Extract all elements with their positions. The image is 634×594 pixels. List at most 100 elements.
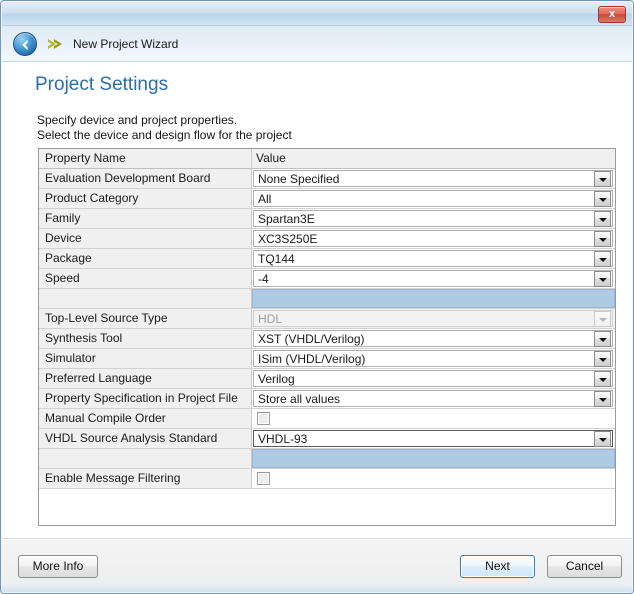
next-button[interactable]: Next <box>460 555 535 578</box>
table-row: Manual Compile Order <box>39 409 615 429</box>
combobox[interactable]: XC3S250E <box>253 230 613 247</box>
property-value-cell <box>252 469 615 488</box>
chevron-down-icon[interactable] <box>594 230 611 247</box>
combobox-value: Spartan3E <box>258 211 315 226</box>
combobox-value: Store all values <box>258 391 341 406</box>
page-title: Project Settings <box>35 74 169 95</box>
table-row: Synthesis Tool XST (VHDL/Verilog) <box>39 329 615 349</box>
footer-bar: More Info Next Cancel <box>2 539 632 593</box>
title-bar: x <box>2 2 632 26</box>
combobox-value: HDL <box>258 311 283 326</box>
property-grid: Property Name Value Evaluation Developme… <box>38 148 616 526</box>
property-name-cell: Top-Level Source Type <box>39 309 252 328</box>
combobox-value: Verilog <box>258 371 295 386</box>
combobox[interactable]: VHDL-93 <box>253 430 613 447</box>
property-name-cell <box>39 289 252 308</box>
chevron-down-icon[interactable] <box>594 250 611 267</box>
property-value-cell: XC3S250E <box>252 229 615 248</box>
table-row <box>39 449 615 469</box>
property-name-cell: Enable Message Filtering <box>39 469 252 488</box>
property-name-cell <box>39 449 252 468</box>
chevron-down-icon[interactable] <box>594 190 611 207</box>
table-row: Preferred Language Verilog <box>39 369 615 389</box>
back-arrow-icon[interactable] <box>13 31 37 56</box>
table-row: Property Specification in Project File St… <box>39 389 615 409</box>
cancel-button[interactable]: Cancel <box>547 555 622 578</box>
combobox-value: All <box>258 191 272 206</box>
table-row: Family Spartan3E <box>39 209 615 229</box>
combobox[interactable]: Spartan3E <box>253 210 613 227</box>
combobox-value: XST (VHDL/Verilog) <box>258 331 365 346</box>
property-name-cell: Preferred Language <box>39 369 252 388</box>
group-separator-cell <box>252 449 615 468</box>
chevron-down-icon[interactable] <box>594 350 611 367</box>
combobox-value: TQ144 <box>258 251 295 266</box>
group-separator-cell <box>252 289 615 308</box>
combobox[interactable]: All <box>253 190 613 207</box>
property-value-cell: TQ144 <box>252 249 615 268</box>
window-bottom-edge <box>2 587 632 593</box>
property-value-cell: -4 <box>252 269 615 288</box>
combobox-value: XC3S250E <box>258 231 318 246</box>
property-value-cell: HDL <box>252 309 615 328</box>
property-value-cell: None Specified <box>252 169 615 188</box>
combobox[interactable]: Store all values <box>253 390 613 407</box>
combobox[interactable]: Verilog <box>253 370 613 387</box>
property-name-cell: Device <box>39 229 252 248</box>
page-body: Project Settings Specify device and proj… <box>2 62 632 538</box>
property-name-cell: Simulator <box>39 349 252 368</box>
table-row: Product Category All <box>39 189 615 209</box>
property-value-cell: Verilog <box>252 369 615 388</box>
property-name-cell: Evaluation Development Board <box>39 169 252 188</box>
combobox-value: VHDL-93 <box>258 431 308 446</box>
combobox-value: ISim (VHDL/Verilog) <box>258 351 366 366</box>
property-name-cell: Speed <box>39 269 252 288</box>
wizard-title: New Project Wizard <box>73 36 179 51</box>
column-header-property-name: Property Name <box>39 149 252 168</box>
chevron-down-icon[interactable] <box>594 210 611 227</box>
page-subtitle-line-2: Select the device and design flow for th… <box>37 128 292 142</box>
combobox-value: -4 <box>258 271 269 286</box>
chevron-down-icon[interactable] <box>594 390 611 407</box>
property-name-cell: Family <box>39 209 252 228</box>
combobox[interactable]: -4 <box>253 270 613 287</box>
property-value-cell: VHDL-93 <box>252 429 615 448</box>
table-row <box>39 289 615 309</box>
wizard-nav-band: New Project Wizard <box>2 26 632 62</box>
combobox[interactable]: TQ144 <box>253 250 613 267</box>
property-name-cell: Product Category <box>39 189 252 208</box>
combobox: HDL <box>253 310 613 327</box>
table-row: Simulator ISim (VHDL/Verilog) <box>39 349 615 369</box>
combobox-value: None Specified <box>258 171 340 186</box>
back-arrow-glyph <box>22 39 28 50</box>
checkbox[interactable] <box>257 472 270 485</box>
column-header-value: Value <box>252 149 615 168</box>
property-value-cell: XST (VHDL/Verilog) <box>252 329 615 348</box>
checkbox[interactable] <box>257 412 270 425</box>
property-value-cell: ISim (VHDL/Verilog) <box>252 349 615 368</box>
close-button[interactable]: x <box>598 6 626 23</box>
chevron-down-icon[interactable] <box>594 370 611 387</box>
chevron-right-icon <box>47 36 65 52</box>
property-name-cell: Synthesis Tool <box>39 329 252 348</box>
property-name-cell: VHDL Source Analysis Standard <box>39 429 252 448</box>
chevron-down-icon[interactable] <box>594 430 611 447</box>
table-row: Evaluation Development Board None Specifi… <box>39 169 615 189</box>
chevron-down-icon[interactable] <box>594 270 611 287</box>
table-row: Top-Level Source Type HDL <box>39 309 615 329</box>
property-value-cell <box>252 409 615 428</box>
combobox[interactable]: None Specified <box>253 170 613 187</box>
property-name-cell: Property Specification in Project File <box>39 389 252 408</box>
chevron-down-icon[interactable] <box>594 330 611 347</box>
property-value-cell: All <box>252 189 615 208</box>
combobox[interactable]: ISim (VHDL/Verilog) <box>253 350 613 367</box>
property-name-cell: Manual Compile Order <box>39 409 252 428</box>
property-name-cell: Package <box>39 249 252 268</box>
property-value-cell: Spartan3E <box>252 209 615 228</box>
more-info-button[interactable]: More Info <box>18 555 98 578</box>
chevron-down-icon[interactable] <box>594 170 611 187</box>
new-project-wizard-window: x New Project Wizard Project Settings Sp… <box>0 0 634 594</box>
property-value-cell: Store all values <box>252 389 615 408</box>
table-row: Speed -4 <box>39 269 615 289</box>
combobox[interactable]: XST (VHDL/Verilog) <box>253 330 613 347</box>
